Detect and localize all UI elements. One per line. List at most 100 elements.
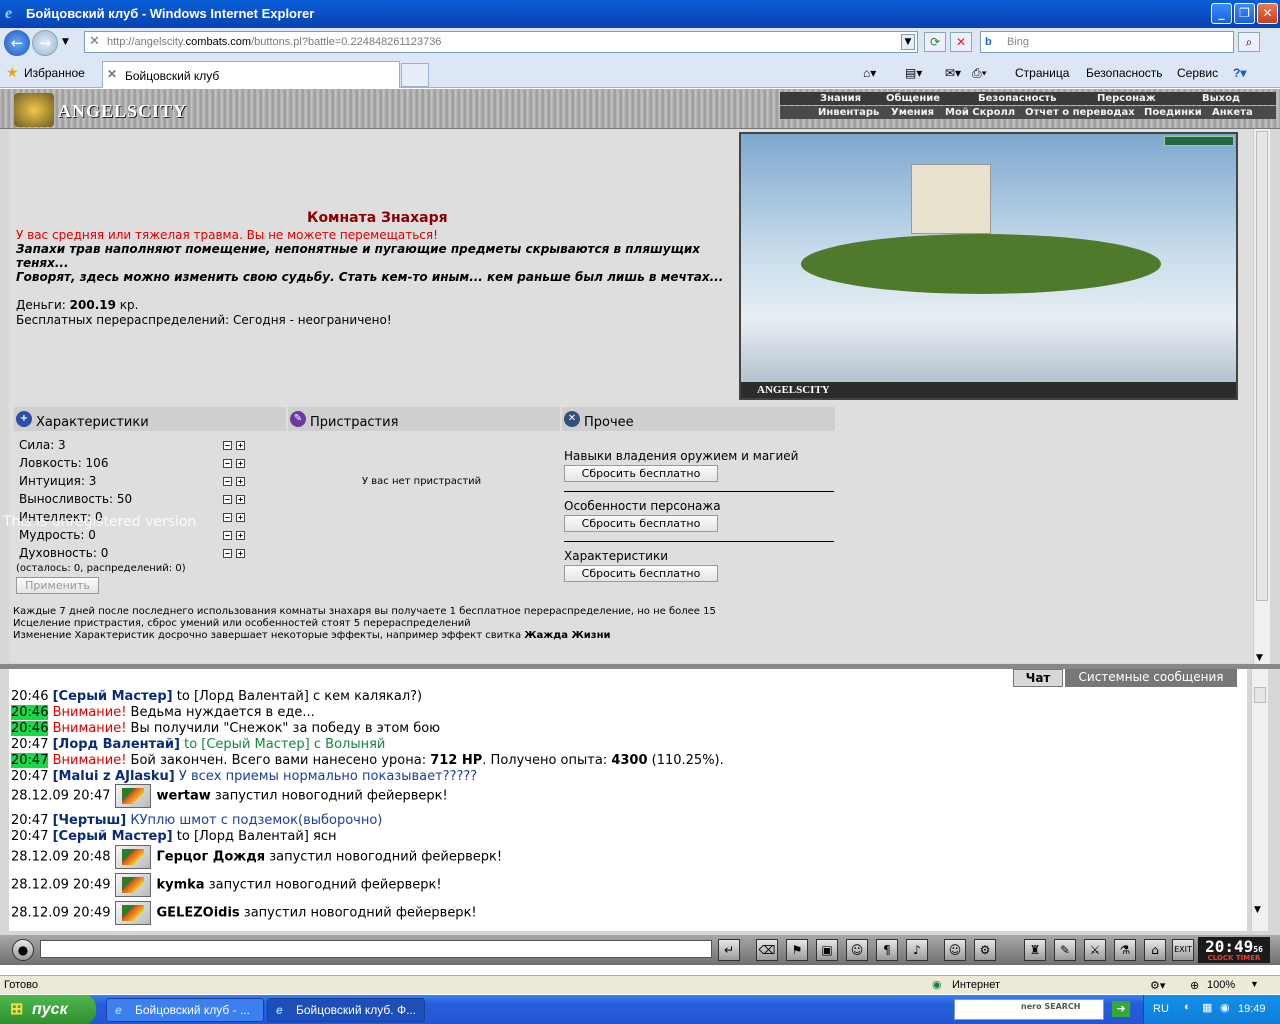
menu-character[interactable]: Персонаж bbox=[1097, 93, 1156, 104]
address-bar[interactable]: ✕ http://angelscity.combats.com/buttons.… bbox=[84, 31, 918, 53]
stat-strength-minus[interactable]: − bbox=[223, 441, 232, 450]
chat-time[interactable]: 28.12.09 20:49 bbox=[11, 906, 111, 921]
stat-endurance-minus[interactable]: − bbox=[223, 495, 232, 504]
menu-inventory[interactable]: Инвентарь bbox=[818, 107, 879, 118]
menu-my-scroll[interactable]: Мой Скролл bbox=[945, 107, 1015, 118]
task-item[interactable]: e Бойцовский клуб - ... bbox=[106, 998, 264, 1022]
stat-wisdom-plus[interactable]: + bbox=[236, 531, 245, 540]
mail-icon[interactable]: ✉▾ bbox=[945, 66, 961, 80]
scroll-down-icon[interactable]: ▼ bbox=[1256, 653, 1263, 663]
print-icon[interactable]: ⎙▾ bbox=[972, 66, 987, 81]
filter-icon[interactable]: ⚑ bbox=[786, 939, 808, 961]
chat-mode-icon[interactable]: ● bbox=[12, 939, 34, 961]
menu-tools[interactable]: Сервис bbox=[1177, 66, 1218, 80]
bag-icon[interactable]: ♜ bbox=[1024, 939, 1046, 961]
search-icon[interactable]: ⌕ bbox=[1238, 32, 1260, 52]
forward-button[interactable]: → bbox=[32, 30, 58, 56]
stat-intellect-minus[interactable]: − bbox=[223, 513, 232, 522]
maximize-button[interactable]: ❐ bbox=[1234, 3, 1255, 24]
sound-icon[interactable]: ♪ bbox=[906, 939, 928, 961]
stat-intellect-plus[interactable]: + bbox=[236, 513, 245, 522]
apply-button[interactable]: Применить bbox=[16, 577, 99, 594]
chat-scrollbar[interactable]: ▼ bbox=[1251, 669, 1268, 931]
stop-icon[interactable]: ✕ bbox=[950, 32, 972, 52]
potion-icon[interactable]: ⚗ bbox=[1114, 939, 1136, 961]
chat-input[interactable] bbox=[40, 940, 712, 958]
stat-intuition-minus[interactable]: − bbox=[223, 477, 232, 486]
chat-nick[interactable]: [Malui z AJlasku] bbox=[53, 769, 175, 784]
network-icon[interactable]: ▦ bbox=[1202, 1001, 1212, 1014]
zoom-dropdown-icon[interactable]: ▼ bbox=[1250, 979, 1259, 989]
chat-time[interactable]: 20:47 bbox=[11, 769, 48, 784]
system-clock[interactable]: 19:49 bbox=[1238, 1003, 1266, 1015]
stat-spirituality-minus[interactable]: − bbox=[223, 549, 232, 558]
scroll-icon[interactable]: ✎ bbox=[1054, 939, 1076, 961]
stat-agility-plus[interactable]: + bbox=[236, 459, 245, 468]
tab-system-messages[interactable]: Системные сообщения bbox=[1065, 669, 1237, 687]
stat-endurance-plus[interactable]: + bbox=[236, 495, 245, 504]
close-button[interactable]: ✕ bbox=[1257, 3, 1278, 24]
chat-scrollbar-thumb[interactable] bbox=[1254, 687, 1266, 703]
refresh-icon[interactable]: ⟳ bbox=[924, 32, 946, 52]
home-icon[interactable]: ⌂▾ bbox=[863, 66, 876, 80]
menu-exit[interactable]: Выход bbox=[1202, 93, 1240, 104]
stat-wisdom-minus[interactable]: − bbox=[223, 531, 232, 540]
tab-chat[interactable]: Чат bbox=[1013, 669, 1063, 687]
lock-icon[interactable]: ⌂ bbox=[1144, 939, 1166, 961]
chat-user[interactable]: kymka bbox=[157, 878, 205, 893]
save-icon[interactable]: ▣ bbox=[816, 939, 838, 961]
reset-features-button[interactable]: Сбросить бесплатно bbox=[564, 515, 718, 532]
chat-time[interactable]: 28.12.09 20:47 bbox=[11, 789, 111, 804]
history-dropdown-icon[interactable]: ▼ bbox=[62, 37, 69, 47]
chat-time[interactable]: 20:47 bbox=[11, 737, 48, 752]
stat-spirituality-plus[interactable]: + bbox=[236, 549, 245, 558]
chat-user[interactable]: wertaw bbox=[157, 789, 211, 804]
nero-search-box[interactable]: nero SEARCH bbox=[954, 999, 1104, 1020]
chat-nick[interactable]: [Лорд Валентай] bbox=[53, 737, 180, 752]
chat-user[interactable]: GELEZOidis bbox=[157, 906, 240, 921]
stat-agility-minus[interactable]: − bbox=[223, 459, 232, 468]
room-scrollbar[interactable]: ▼ bbox=[1253, 129, 1270, 665]
reset-stats-button[interactable]: Сбросить бесплатно bbox=[564, 565, 718, 582]
smiley-icon[interactable]: ☺ bbox=[944, 939, 966, 961]
send-icon[interactable]: ↵ bbox=[718, 939, 740, 961]
help-icon[interactable]: ?▾ bbox=[1233, 66, 1246, 80]
nero-go-icon[interactable]: ➔ bbox=[1112, 1001, 1130, 1017]
chat-time[interactable]: 20:46 bbox=[11, 689, 48, 704]
menu-profile[interactable]: Анкета bbox=[1212, 107, 1253, 118]
exit-icon[interactable]: EXIT bbox=[1172, 939, 1194, 961]
chat-time[interactable]: 20:47 bbox=[11, 813, 48, 828]
task-item[interactable]: e Бойцовский клуб. Ф... bbox=[267, 998, 425, 1022]
chat-time[interactable]: 20:47 bbox=[11, 753, 49, 768]
stick-man-icon[interactable]: ☺ bbox=[846, 939, 868, 961]
stat-intuition-plus[interactable]: + bbox=[236, 477, 245, 486]
favorites-button[interactable]: Избранное bbox=[24, 66, 85, 80]
back-button[interactable]: ← bbox=[4, 30, 30, 56]
zoom-level[interactable]: 100% bbox=[1207, 979, 1235, 991]
chat-nick[interactable]: [Серый Мастер] bbox=[53, 689, 173, 704]
zoom-icon[interactable]: ⊕ bbox=[1190, 979, 1199, 992]
search-input[interactable]: b Bing bbox=[980, 31, 1234, 53]
scroll-down-icon[interactable]: ▼ bbox=[1254, 905, 1261, 915]
chat-time[interactable]: 20:46 bbox=[11, 705, 49, 720]
settings-icon[interactable]: ⚙ bbox=[974, 939, 996, 961]
menu-transfers[interactable]: Отчет о переводах bbox=[1025, 107, 1135, 118]
room-scrollbar-thumb[interactable] bbox=[1256, 131, 1268, 601]
language-indicator[interactable]: RU bbox=[1153, 1003, 1169, 1015]
chat-user[interactable]: Герцог Дождя bbox=[157, 850, 266, 865]
chat-time[interactable]: 20:46 bbox=[11, 721, 49, 736]
reset-skills-button[interactable]: Сбросить бесплатно bbox=[564, 465, 718, 482]
menu-page[interactable]: Страница bbox=[1015, 66, 1069, 80]
fight-icon[interactable]: ⚔ bbox=[1084, 939, 1106, 961]
feeds-icon[interactable]: ▤▾ bbox=[905, 66, 922, 80]
tray-app-icon[interactable]: ◐ bbox=[1184, 1001, 1191, 1013]
menu-fights[interactable]: Поединки bbox=[1144, 107, 1202, 118]
protected-mode-icon[interactable]: ⚙▾ bbox=[1150, 979, 1165, 992]
menu-safety[interactable]: Безопасность bbox=[978, 93, 1057, 104]
start-button[interactable]: ⊞ пуск bbox=[0, 995, 96, 1024]
menu-security[interactable]: Безопасность bbox=[1086, 66, 1163, 80]
menu-skills[interactable]: Умения bbox=[891, 107, 934, 118]
new-tab-button[interactable] bbox=[401, 63, 429, 87]
translit-icon[interactable]: ¶ bbox=[876, 939, 898, 961]
stat-strength-plus[interactable]: + bbox=[236, 441, 245, 450]
